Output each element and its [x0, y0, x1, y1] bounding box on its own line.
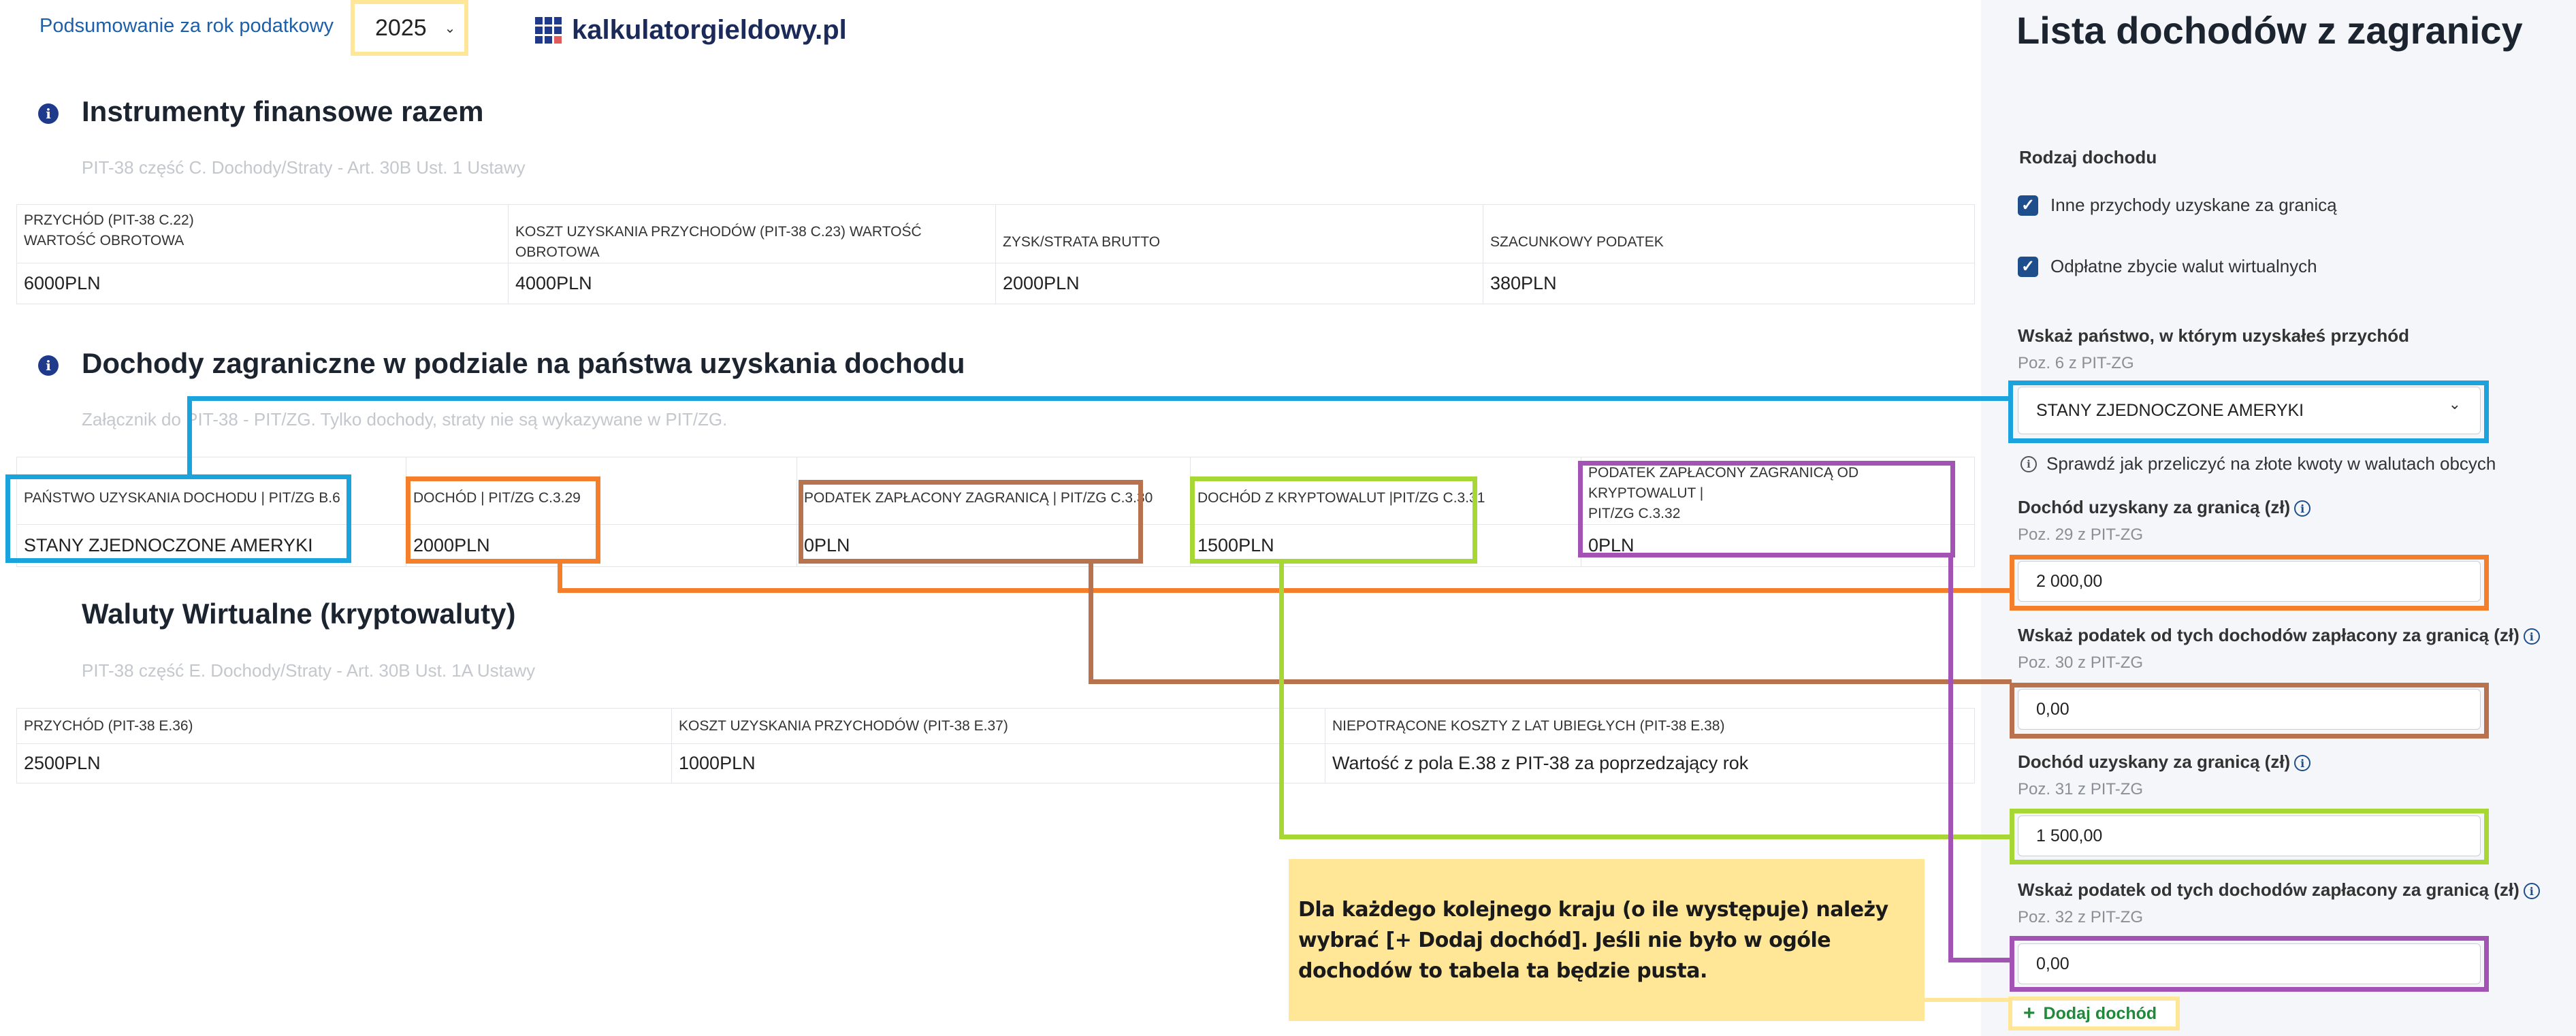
foreign-income-panel: Lista dochodów z zagranicy Rodzaj dochod…	[1981, 0, 2576, 1036]
section1-table: PRZYCHÓD (PIT-38 C.22) WARTOŚĆ OBROTOWA …	[16, 204, 1975, 304]
checkbox-other-income[interactable]: ✓ Inne przychody uzyskane za granicą	[2018, 195, 2337, 216]
logo-text: kalkulatorgieldowy.pl	[572, 15, 847, 45]
info-icon[interactable]: i	[2523, 628, 2540, 645]
checkbox-crypto[interactable]: ✓ Odpłatne zbycie walut wirtualnych	[2018, 256, 2317, 277]
summary-label: Podsumowanie za rok podatkowy	[39, 15, 334, 37]
f2-sub: Poz. 30 z PIT-ZG	[2018, 653, 2144, 672]
section2-title: Dochody zagraniczne w podziale na państw…	[82, 347, 965, 379]
connector-line	[1089, 679, 2012, 684]
table-header: PRZYCHÓD (PIT-38 E.36)	[16, 708, 672, 744]
checkbox-checked-icon: ✓	[2018, 256, 2038, 277]
f1-sub: Poz. 29 z PIT-ZG	[2018, 525, 2144, 544]
highlight-country-select	[2008, 381, 2489, 443]
grid-logo-icon	[535, 16, 562, 44]
country-label: Wskaż państwo, w którym uzyskałeś przych…	[2018, 325, 2410, 346]
table-header: SZACUNKOWY PODATEK	[1483, 204, 1975, 263]
info-icon[interactable]: i	[2294, 755, 2311, 772]
highlight-income-input-2	[2010, 809, 2489, 864]
section2-subtitle: Załącznik do PIT-38 - PIT/ZG. Tylko doch…	[82, 409, 728, 430]
table-cell: Wartość z pola E.38 z PIT-38 za poprzedz…	[1325, 743, 1975, 783]
info-icon: i	[38, 355, 59, 376]
info-icon: i	[38, 103, 59, 124]
plus-icon: +	[2023, 1002, 2035, 1024]
connector-line	[187, 396, 2012, 401]
highlight-crypto-tax-cell	[1578, 461, 1955, 557]
note-box: Dla każdego kolejnego kraju (o ile wystę…	[1289, 859, 1925, 1021]
highlight-tax-cell	[799, 480, 1143, 564]
checkbox-label: Inne przychody uzyskane za granicą	[2050, 195, 2337, 215]
add-income-label: Dodaj dochód	[2043, 1003, 2157, 1023]
highlight-tax-input-1	[2010, 683, 2489, 739]
checkbox-label: Odpłatne zbycie walut wirtualnych	[2050, 256, 2317, 276]
highlight-crypto-income-cell	[1190, 476, 1477, 564]
connector-line	[1279, 835, 2012, 839]
table-cell: 4000PLN	[508, 263, 996, 304]
table-header: KOSZT UZYSKANIA PRZYCHODÓW (PIT-38 C.23)…	[508, 204, 996, 263]
section3-table: PRZYCHÓD (PIT-38 E.36) KOSZT UZYSKANIA P…	[16, 708, 1975, 783]
section1-title: Instrumenty finansowe razem	[82, 95, 484, 127]
connector-line	[558, 588, 2012, 593]
table-header: ZYSK/STRATA BRUTTO	[995, 204, 1483, 263]
income-type-label: Rodzaj dochodu	[2019, 147, 2157, 167]
connector-line	[1925, 998, 2010, 1002]
section3-subtitle: PIT-38 część E. Dochody/Straty - Art. 30…	[82, 660, 536, 681]
year-value: 2025	[375, 14, 427, 41]
convert-hint-text: Sprawdź jak przeliczyć na złote kwoty w …	[2046, 453, 2496, 474]
highlight-income-cell	[406, 476, 600, 564]
chevron-down-icon: ⌄	[444, 20, 456, 36]
checkbox-checked-icon: ✓	[2018, 195, 2038, 216]
connector-line	[1089, 562, 1093, 684]
info-icon[interactable]: i	[2523, 883, 2540, 900]
section1-subtitle: PIT-38 część C. Dochody/Straty - Art. 30…	[82, 157, 526, 178]
table-cell: 380PLN	[1483, 263, 1975, 304]
highlight-income-input-1	[2010, 555, 2489, 611]
connector-line	[1279, 562, 1284, 839]
table-header: KOSZT UZYSKANIA PRZYCHODÓW (PIT-38 E.37)	[671, 708, 1325, 744]
info-circle-icon: i	[2020, 455, 2037, 472]
f4-sub: Poz. 32 z PIT-ZG	[2018, 908, 2144, 926]
table-cell: 2000PLN	[995, 263, 1483, 304]
info-icon[interactable]: i	[2294, 500, 2311, 517]
table-cell: 6000PLN	[16, 263, 509, 304]
section3-title: Waluty Wirtualne (kryptowaluty)	[82, 598, 516, 630]
note-text: Dla każdego kolejnego kraju (o ile wystę…	[1298, 898, 1888, 983]
panel-title: Lista dochodów z zagranicy	[2016, 9, 2523, 52]
table-cell: 1000PLN	[671, 743, 1325, 783]
table-cell: 2500PLN	[16, 743, 672, 783]
f3-sub: Poz. 31 z PIT-ZG	[2018, 780, 2144, 798]
connector-line	[1948, 958, 2012, 962]
f2-label: Wskaż podatek od tych dochodów zapłacony…	[2018, 625, 2540, 646]
table-header: NIEPOTRĄCONE KOSZTY Z LAT UBIEGŁYCH (PIT…	[1325, 708, 1975, 744]
highlight-tax-input-2	[2010, 936, 2489, 992]
connector-line	[187, 399, 192, 476]
table-header: PRZYCHÓD (PIT-38 C.22) WARTOŚĆ OBROTOWA	[16, 204, 509, 263]
add-income-button[interactable]: + Dodaj dochód	[2008, 997, 2180, 1031]
logo: kalkulatorgieldowy.pl	[535, 15, 847, 46]
convert-hint[interactable]: i Sprawdź jak przeliczyć na złote kwoty …	[2020, 453, 2496, 474]
f1-label: Dochód uzyskany za granicą (zł) i	[2018, 497, 2311, 518]
country-sub: Poz. 6 z PIT-ZG	[2018, 354, 2134, 372]
connector-line	[1948, 556, 1953, 962]
highlight-country-cell	[5, 474, 351, 563]
year-select[interactable]: 2025 ⌄	[351, 0, 468, 56]
f4-label: Wskaż podatek od tych dochodów zapłacony…	[2018, 879, 2540, 901]
f3-label: Dochód uzyskany za granicą (zł) i	[2018, 751, 2311, 773]
